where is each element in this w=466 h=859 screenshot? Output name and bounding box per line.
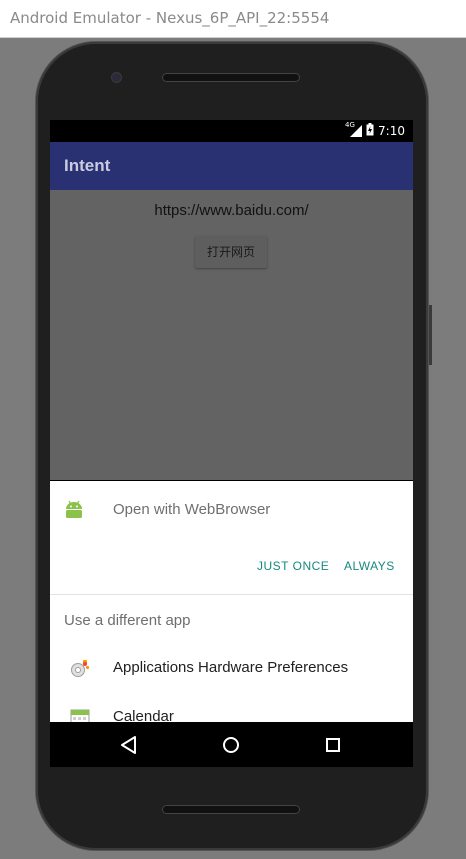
- back-icon[interactable]: [116, 732, 142, 758]
- front-camera: [112, 73, 121, 82]
- always-button[interactable]: ALWAYS: [344, 559, 395, 573]
- activity-content: https://www.baidu.com/ 打开网页: [50, 190, 413, 480]
- recents-icon[interactable]: [320, 732, 346, 758]
- calendar-icon: [69, 707, 91, 722]
- just-once-button[interactable]: JUST ONCE: [257, 559, 329, 573]
- clock: 7:10: [378, 124, 405, 138]
- home-icon[interactable]: [218, 732, 244, 758]
- app-item-calendar[interactable]: Calendar: [50, 697, 413, 722]
- emulator-title-bar: Android Emulator - Nexus_6P_API_22:5554: [0, 0, 466, 38]
- open-with-label: Open with WebBrowser: [113, 501, 271, 518]
- top-speaker: [162, 73, 300, 82]
- volume-button[interactable]: [429, 305, 432, 365]
- status-bar: 4G 7:10: [50, 120, 413, 142]
- url-text: https://www.baidu.com/: [154, 202, 309, 219]
- different-app-heading: Use a different app: [64, 612, 191, 629]
- app-item-label: Applications Hardware Preferences: [113, 659, 349, 676]
- default-app-row[interactable]: Open with WebBrowser: [50, 481, 413, 539]
- device-screen: 4G 7:10 Intent https://www.baidu.com/ 打开…: [50, 120, 413, 767]
- open-webpage-button[interactable]: 打开网页: [195, 236, 267, 268]
- bottom-speaker: [162, 805, 300, 814]
- app-bar: Intent: [50, 142, 413, 190]
- network-icon: 4G: [345, 121, 363, 137]
- window-title: Android Emulator - Nexus_6P_API_22:5554: [10, 9, 330, 27]
- app-chooser-sheet: Open with WebBrowser JUST ONCE ALWAYS Us…: [50, 481, 413, 722]
- app-title: Intent: [64, 156, 111, 175]
- network-label: 4G: [345, 121, 355, 129]
- battery-icon: [366, 123, 374, 139]
- gear-icon: [69, 658, 91, 684]
- app-item-hardware-preferences[interactable]: Applications Hardware Preferences: [50, 648, 413, 692]
- navigation-bar: [50, 722, 413, 767]
- android-icon: [64, 500, 84, 522]
- divider: [50, 594, 413, 595]
- app-item-label: Calendar: [113, 708, 174, 722]
